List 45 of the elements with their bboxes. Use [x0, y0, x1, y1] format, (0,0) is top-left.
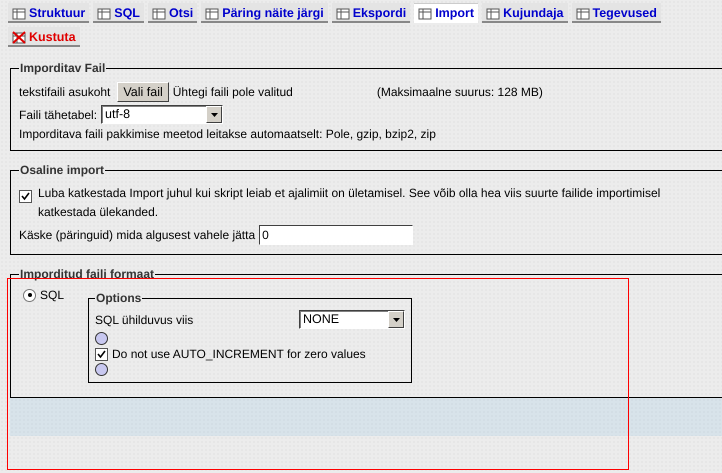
field-label: SQL ühilduvus viis	[95, 312, 194, 326]
tab[interactable]: Kustuta	[8, 27, 80, 47]
tab[interactable]: Otsi	[148, 3, 198, 23]
field-label: Käske (päringuid) mida algusest vahele jätta	[19, 228, 256, 242]
checkbox[interactable]	[95, 348, 108, 360]
table-icon	[486, 6, 500, 20]
compression-note: Imporditava faili pakkimise meetod leitakse automaatselt: Pole, gzip, bzip2, zip	[19, 127, 436, 141]
panel-legend: Imporditud faili formaat	[19, 267, 156, 281]
checkbox[interactable]	[19, 190, 32, 203]
table-icon	[152, 6, 166, 20]
panel-legend: Osaline import	[19, 163, 106, 177]
file-status-text: Ühtegi faili pole valitud	[172, 85, 293, 99]
crossed-table-icon	[12, 30, 26, 44]
help-icon[interactable]	[95, 363, 108, 376]
tab[interactable]: Päring näite järgi	[201, 3, 328, 23]
panel-legend: Options	[95, 291, 142, 305]
checkbox-label: Do not use AUTO_INCREMENT for zero values	[112, 347, 366, 361]
tab[interactable]: Tegevused	[572, 3, 661, 23]
skip-count-field[interactable]: 0	[259, 225, 414, 245]
checkmark-icon	[97, 350, 106, 358]
tab[interactable]: SQL	[93, 3, 144, 23]
checkmark-icon	[21, 192, 30, 201]
tab[interactable]: Struktuur	[8, 3, 90, 23]
table-icon	[97, 6, 112, 20]
caret-icon	[392, 318, 400, 322]
radio-button[interactable]	[23, 288, 36, 302]
panel-legend: Imporditav Fail	[19, 61, 106, 75]
help-icon[interactable]	[95, 332, 108, 345]
tab[interactable]: Kujundaja	[482, 3, 568, 23]
compatibility-select[interactable]: NONE	[299, 310, 406, 329]
table-icon	[12, 6, 26, 20]
tab[interactable]: Import	[414, 3, 478, 23]
table-icon	[336, 6, 350, 20]
charset-select[interactable]: utf-8	[101, 105, 224, 124]
table-icon	[576, 6, 590, 20]
table-icon	[205, 6, 220, 20]
radio-label: SQL	[40, 288, 64, 302]
field-label: tekstifaili asukoht	[19, 85, 110, 99]
field-label: Faili tähetabel:	[19, 108, 98, 122]
choose-file-button[interactable]: Vali fail	[117, 82, 169, 102]
tab[interactable]: Ekspordi	[332, 3, 410, 23]
table-icon	[418, 6, 432, 20]
caret-icon	[210, 112, 218, 116]
max-size-text: (Maksimaalne suurus: 128 MB)	[376, 85, 543, 99]
checkbox-label: Luba katkestada Import juhul kui skript leiab et ajalimiit on ületamisel. See võib olla hea viis suurte failide importimisel katkestada ülekanded.	[38, 185, 662, 221]
